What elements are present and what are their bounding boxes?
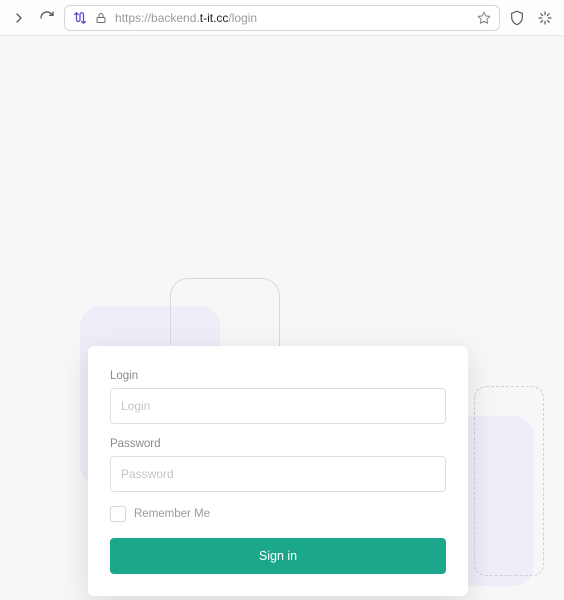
password-label: Password — [110, 438, 446, 450]
remember-label: Remember Me — [134, 508, 210, 520]
remember-row: Remember Me — [110, 506, 446, 522]
bookmark-star-icon[interactable] — [477, 11, 491, 25]
address-bar[interactable]: https://backend.t-it.cc/login — [64, 5, 500, 31]
password-input[interactable] — [110, 456, 446, 492]
forward-button[interactable] — [8, 7, 30, 29]
url-text: https://backend.t-it.cc/login — [115, 11, 469, 25]
signin-button[interactable]: Sign in — [110, 538, 446, 574]
sparkle-icon[interactable] — [534, 7, 556, 29]
reload-button[interactable] — [36, 7, 58, 29]
login-label: Login — [110, 370, 446, 382]
browser-toolbar: https://backend.t-it.cc/login — [0, 0, 564, 36]
extension-icon — [73, 11, 87, 25]
decorative-dashed-rect — [474, 386, 544, 576]
login-input[interactable] — [110, 388, 446, 424]
lock-icon — [95, 12, 107, 24]
shield-icon[interactable] — [506, 7, 528, 29]
page-content: Login Password Remember Me Sign in — [0, 36, 564, 600]
remember-checkbox[interactable] — [110, 506, 126, 522]
login-card: Login Password Remember Me Sign in — [88, 346, 468, 596]
